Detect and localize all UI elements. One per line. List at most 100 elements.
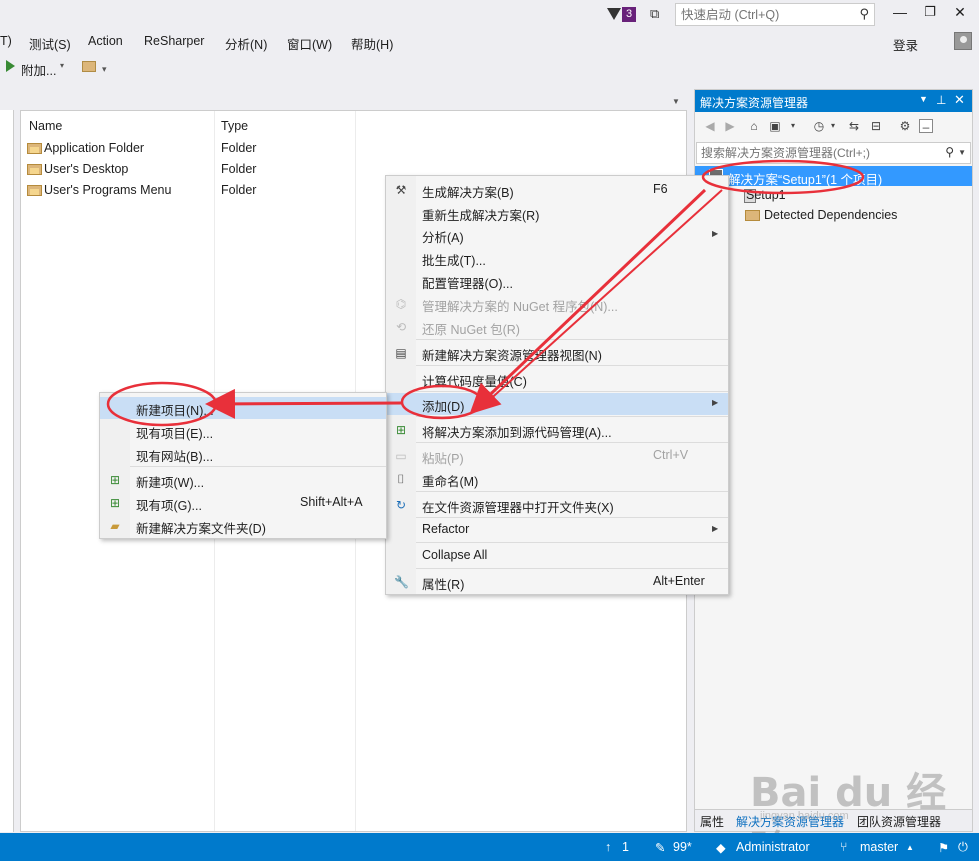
login-link[interactable]: 登录 <box>893 35 918 54</box>
menu-item-label: 在文件资源管理器中打开文件夹(X) <box>422 501 614 515</box>
restore-button[interactable]: ❐ <box>915 4 945 24</box>
menu-item-existing-project[interactable]: 现有项目(E)... <box>100 420 386 442</box>
menu-item-build-solution[interactable]: ⚒ 生成解决方案(B) F6 <box>386 179 728 201</box>
menu-separator <box>416 442 728 443</box>
branch-icon[interactable]: ⑂ <box>840 840 848 854</box>
history-icon[interactable]: ◷ <box>812 119 826 133</box>
branch-name[interactable]: master <box>860 840 898 854</box>
repo-icon[interactable]: ◆ <box>716 840 726 855</box>
menu-item-label: Collapse All <box>422 548 488 562</box>
menu-analyze[interactable]: 分析(N) <box>225 34 267 53</box>
menu-item-label: 计算代码度量值(C) <box>422 375 527 389</box>
menu-item-add[interactable]: 添加(D) ▶ <box>386 393 728 415</box>
user-name[interactable]: Administrator <box>736 840 810 854</box>
play-icon[interactable] <box>6 60 15 72</box>
toolbar-overflow-icon[interactable]: ▾ <box>102 64 107 75</box>
attach-dropdown-icon[interactable]: ▾ <box>60 61 64 70</box>
menu-resharper[interactable]: ReSharper <box>144 34 204 48</box>
menu-item-new-explorer-view[interactable]: ▤ 新建解决方案资源管理器视图(N) <box>386 342 728 364</box>
pencil-icon[interactable]: ✎ <box>655 840 665 855</box>
minimize-button[interactable]: — <box>885 4 915 24</box>
solution-tree: 解决方案“Setup1”(1 个项目) Setup1 Detected Depe… <box>695 166 972 806</box>
menu-item-new-project[interactable]: 新建项目(N)... <box>100 397 386 419</box>
power-icon[interactable]: ⏻ <box>958 840 968 855</box>
menu-item-rebuild-solution[interactable]: 重新生成解决方案(R) <box>386 202 728 224</box>
menu-item-label: 属性(R) <box>422 578 465 592</box>
switch-views-icon[interactable]: ▣ <box>768 119 782 133</box>
menu-help[interactable]: 帮助(H) <box>351 34 393 53</box>
menu-item-code-metrics[interactable]: 计算代码度量值(C) <box>386 368 728 390</box>
tree-item-project[interactable]: Setup1 <box>695 186 972 206</box>
solution-explorer-search[interactable]: ⚲ ▼ <box>696 142 971 164</box>
feedback-icon[interactable]: ⧉ <box>650 6 666 22</box>
home-icon[interactable]: ⌂ <box>747 119 761 133</box>
tab-properties[interactable]: 属性 <box>700 813 724 830</box>
menu-separator <box>416 491 728 492</box>
menu-action[interactable]: Action <box>88 34 123 48</box>
menu-item-label: 添加(D) <box>422 400 465 414</box>
menu-item-new-solution-folder[interactable]: ▰ 新建解决方案文件夹(D) <box>100 515 386 537</box>
resharper-icon[interactable]: ⚑ <box>938 840 949 855</box>
menu-item-refactor[interactable]: Refactor ▶ <box>386 519 728 541</box>
menu-item-existing-item[interactable]: ⊞ 现有项(G)... Shift+Alt+A <box>100 492 386 514</box>
account-icon[interactable] <box>954 32 972 50</box>
menu-item-existing-website[interactable]: 现有网站(B)... <box>100 443 386 465</box>
file-row[interactable]: Application Folder Folder <box>21 139 686 160</box>
wrench-icon: 🔧 <box>394 575 409 589</box>
menu-item-label: 粘贴(P) <box>422 452 464 466</box>
document-tab-dropdown-icon[interactable]: ▼ <box>672 97 680 106</box>
tree-item-solution[interactable]: 解决方案“Setup1”(1 个项目) <box>695 166 972 187</box>
status-bar: ↑ 1 ✎ 99* ◆ Administrator ⑂ master ▲ ⚑ ⏻ <box>0 833 979 861</box>
solution-explorer-search-input[interactable] <box>697 143 932 163</box>
chevron-down-icon[interactable]: ▾ <box>826 119 840 133</box>
menu-item-open-in-explorer[interactable]: ↻ 在文件资源管理器中打开文件夹(X) <box>386 494 728 516</box>
sync-icon[interactable]: ⇆ <box>847 119 861 133</box>
column-header-type[interactable]: Type <box>221 119 248 133</box>
forward-icon[interactable]: ▶ <box>723 119 737 133</box>
chevron-up-icon[interactable]: ▲ <box>906 843 914 852</box>
menu-window[interactable]: 窗口(W) <box>287 34 332 53</box>
attach-button[interactable]: 附加... <box>21 60 56 79</box>
menu-item-rename[interactable]: ⌷ 重命名(M) <box>386 468 728 490</box>
menu-item-configuration-manager[interactable]: 配置管理器(O)... <box>386 270 728 292</box>
close-button[interactable]: ✕ <box>945 4 975 24</box>
file-type: Folder <box>221 162 257 176</box>
menu-item-collapse-all[interactable]: Collapse All <box>386 545 728 567</box>
menu-item-new-item[interactable]: ⊞ 新建项(W)... <box>100 469 386 491</box>
menu-separator <box>416 542 728 543</box>
solution-explorer-title-bar[interactable]: 解决方案资源管理器 ▼ ⊥ ✕ <box>695 90 972 112</box>
search-icon[interactable]: ⚲ <box>859 6 869 22</box>
menu-item-paste[interactable]: ▭ 粘贴(P) Ctrl+V <box>386 445 728 467</box>
menu-item-restore-nuget[interactable]: ⟲ 还原 NuGet 包(R) <box>386 316 728 338</box>
publish-count[interactable]: 1 <box>622 840 629 854</box>
wrench-icon[interactable]: ⚙ <box>898 119 912 133</box>
chevron-down-icon[interactable]: ▼ <box>958 148 966 157</box>
chevron-down-icon[interactable]: ▼ <box>919 94 928 104</box>
menu-test[interactable]: 测试(S) <box>29 34 71 53</box>
quick-launch-box[interactable]: ⚲ <box>675 3 875 26</box>
pending-changes[interactable]: 99* <box>673 840 692 854</box>
column-header-name[interactable]: Name <box>29 119 62 133</box>
folder-icon[interactable] <box>82 61 96 72</box>
publish-icon[interactable]: ↑ <box>605 840 611 854</box>
close-icon[interactable]: ✕ <box>954 92 965 108</box>
menu-item-label: 分析(A) <box>422 231 464 245</box>
search-icon[interactable]: ⚲ <box>945 145 954 159</box>
preview-icon[interactable]: – <box>919 119 933 134</box>
menu-item-properties[interactable]: 🔧 属性(R) Alt+Enter <box>386 571 728 593</box>
submenu-arrow-icon: ▶ <box>712 524 719 533</box>
collapse-all-icon[interactable]: ⊟ <box>869 119 883 133</box>
tree-item-dependencies[interactable]: Detected Dependencies <box>695 206 972 226</box>
menu-item-label: 新建项目(N)... <box>136 404 214 418</box>
notification-filter-icon[interactable]: 3 <box>607 6 637 24</box>
menu-item-add-source-control[interactable]: ⊞ 将解决方案添加到源代码管理(A)... <box>386 419 728 441</box>
quick-launch-input[interactable] <box>676 4 846 25</box>
pin-icon[interactable]: ⊥ <box>936 93 946 107</box>
notification-count-badge: 3 <box>622 7 636 22</box>
menu-tools[interactable]: T) <box>0 34 12 48</box>
back-icon[interactable]: ◀ <box>703 119 717 133</box>
menu-item-analyze[interactable]: 分析(A) ▶ <box>386 224 728 246</box>
chevron-down-icon[interactable]: ▾ <box>786 119 800 133</box>
menu-item-batch-build[interactable]: 批生成(T)... <box>386 247 728 269</box>
menu-item-manage-nuget[interactable]: ⌬ 管理解决方案的 NuGet 程序包(N)... <box>386 293 728 315</box>
